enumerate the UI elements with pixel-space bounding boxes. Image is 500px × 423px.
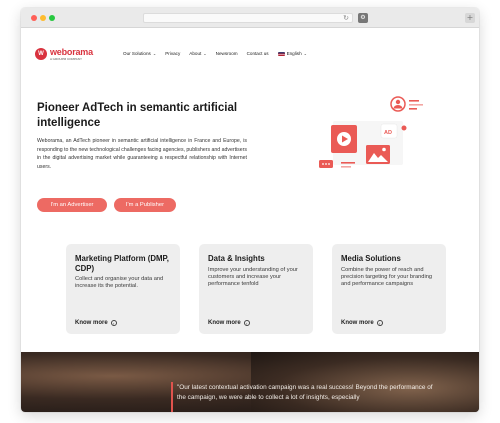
arrow-circle-icon: ›: [376, 320, 383, 326]
nav-item-label: About: [189, 51, 202, 56]
text-line-icon: [341, 166, 351, 168]
language-label: English: [286, 51, 302, 56]
chat-dot: [328, 163, 330, 165]
reload-icon[interactable]: ↻: [343, 13, 349, 23]
stage: ↻ ⚙ + W weborama A GROUPM COMPANY Our So…: [0, 0, 500, 423]
language-selector[interactable]: English ⌄: [277, 51, 307, 56]
zoom-window-button[interactable]: [49, 15, 55, 21]
user-avatar-body: [393, 105, 403, 109]
chevron-down-icon: ⌄: [203, 51, 207, 56]
card-text: Combine the power of reach and precision…: [341, 266, 433, 288]
close-window-button[interactable]: [31, 15, 37, 21]
card-title: Data & Insights: [208, 254, 265, 263]
know-more-link[interactable]: Know more ›: [341, 320, 383, 326]
nav-item-label: Our Solutions: [123, 51, 151, 56]
extension-icon[interactable]: ⚙: [358, 13, 368, 23]
sun-icon: [382, 147, 386, 152]
nav-item-label: Newsroom: [215, 51, 238, 56]
us-flag-icon: [277, 51, 285, 56]
publisher-button[interactable]: I'm a Publisher: [114, 198, 176, 212]
advertiser-button[interactable]: I'm an Advertiser: [37, 198, 107, 212]
testimonial-quote: "Our latest contextual activation campai…: [177, 384, 433, 401]
nav-item-privacy[interactable]: Privacy: [165, 51, 180, 56]
card-data-insights[interactable]: Data & Insights Improve your understandi…: [199, 244, 313, 334]
know-more-label: Know more: [208, 320, 241, 326]
chat-dot: [325, 163, 327, 165]
card-text: Improve your understanding of your custo…: [208, 266, 298, 288]
minimize-window-button[interactable]: [40, 15, 46, 21]
logo-tagline: A GROUPM COMPANY: [50, 56, 82, 61]
chevron-down-icon: ⌄: [152, 51, 157, 56]
text-line-icon: [409, 104, 423, 106]
know-more-link[interactable]: Know more ›: [208, 320, 250, 326]
nav-item-contact-us[interactable]: Contact us: [247, 51, 269, 56]
user-avatar-head: [395, 99, 401, 105]
logo-mark-icon: W: [35, 48, 47, 60]
browser-window: ↻ ⚙ + W weborama A GROUPM COMPANY Our So…: [21, 8, 479, 412]
know-more-link[interactable]: Know more ›: [75, 320, 117, 326]
ad-badge-label: AD: [384, 130, 392, 136]
arrow-circle-icon: ›: [110, 320, 117, 326]
browser-toolbar: ↻ ⚙ +: [21, 8, 479, 28]
new-tab-button[interactable]: +: [465, 13, 475, 23]
main-nav: Our Solutions ⌄ Privacy About ⌄ Newsroom…: [123, 51, 307, 56]
card-title: Media Solutions: [341, 254, 401, 263]
know-more-label: Know more: [341, 320, 374, 326]
logo-name: weborama: [50, 46, 93, 57]
decor-dot: [401, 125, 407, 131]
testimonial-section: "Our latest contextual activation campai…: [21, 352, 479, 412]
address-bar[interactable]: ↻: [143, 13, 353, 23]
text-line-icon: [341, 162, 355, 164]
know-more-label: Know more: [75, 320, 108, 326]
website-viewport: W weborama A GROUPM COMPANY Our Solution…: [21, 28, 479, 412]
weborama-logo[interactable]: W weborama A GROUPM COMPANY: [35, 47, 93, 61]
card-text: Collect and organise your data and incre…: [75, 276, 164, 290]
text-line-icon: [409, 108, 417, 110]
quote-accent-bar: [171, 382, 173, 412]
hero-description: Weborama, an AdTech pioneer in semantic …: [37, 138, 247, 171]
text-line-icon: [409, 100, 419, 102]
logo-wordmark: weborama A GROUPM COMPANY: [50, 46, 93, 61]
chat-dot: [322, 163, 324, 165]
hero-title: Pioneer AdTech in semantic artificial in…: [37, 102, 238, 129]
nav-item-our-solutions[interactable]: Our Solutions ⌄: [123, 51, 156, 56]
solutions-cards: Marketing Platform (DMP, CDP) Collect an…: [66, 244, 446, 334]
arrow-circle-icon: ›: [243, 320, 250, 326]
nav-item-newsroom[interactable]: Newsroom: [216, 51, 238, 56]
card-media-solutions[interactable]: Media Solutions Combine the power of rea…: [332, 244, 446, 334]
card-marketing-platform[interactable]: Marketing Platform (DMP, CDP) Collect an…: [66, 244, 180, 334]
adtech-illustration: AD: [319, 96, 423, 168]
nav-item-about[interactable]: About ⌄: [189, 51, 206, 56]
chevron-down-icon: ⌄: [303, 51, 307, 56]
nav-item-label: Contact us: [246, 51, 269, 56]
card-title: Marketing Platform (DMP, CDP): [75, 254, 169, 273]
nav-item-label: Privacy: [165, 51, 181, 56]
